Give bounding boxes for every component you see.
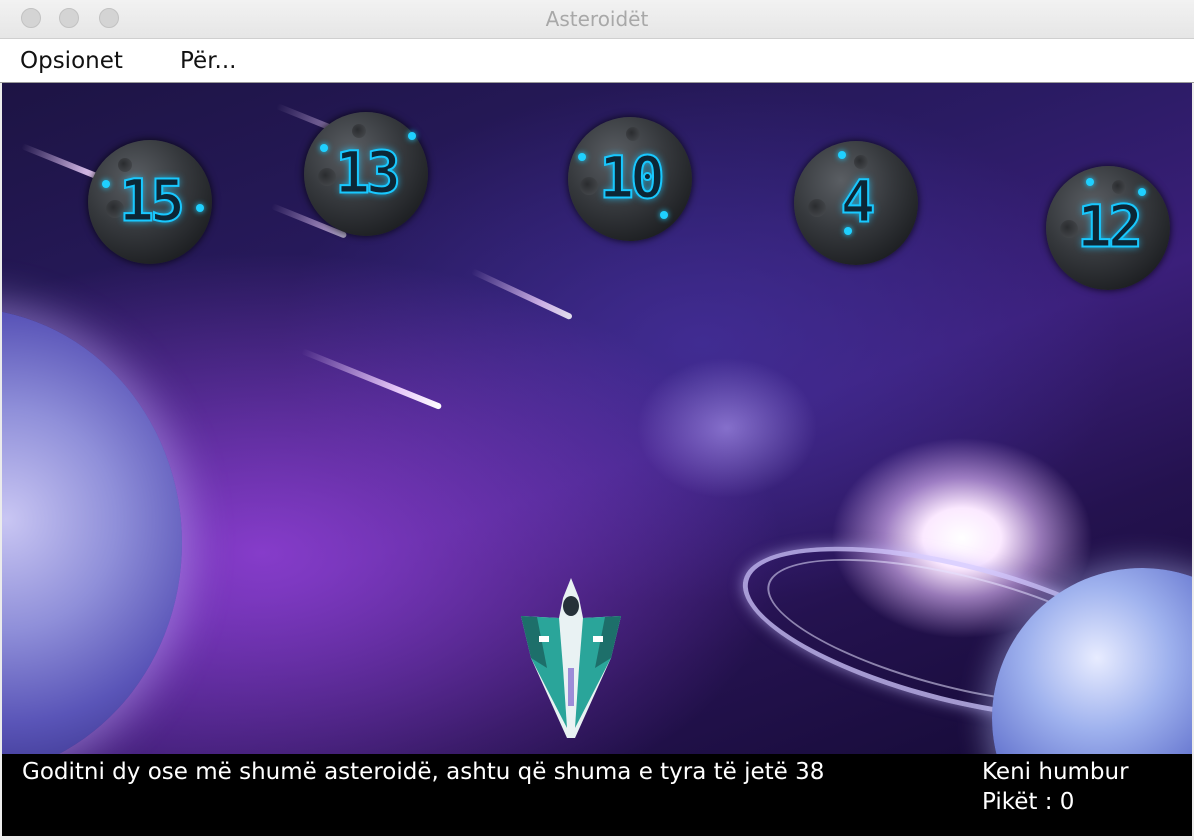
asteroid-number: 12	[1076, 192, 1144, 262]
target-sum-instruction: Goditni dy ose më shumë asteroidë, ashtu…	[22, 759, 825, 785]
window-title: Asteroidët	[545, 7, 649, 31]
asteroid[interactable]: 15	[88, 140, 212, 264]
window-titlebar: Asteroidët	[0, 0, 1194, 39]
menu-about[interactable]: Për...	[180, 48, 236, 74]
asteroid[interactable]: 4	[794, 141, 918, 265]
score-text: Pikët : 0	[982, 789, 1075, 815]
planet-left	[2, 308, 182, 754]
crater	[626, 127, 640, 141]
menu-bar: Opsionet Për...	[0, 39, 1194, 83]
game-result-text: Keni humbur	[982, 759, 1129, 785]
constellation-node	[1086, 178, 1094, 186]
constellation-node	[660, 211, 668, 219]
comet-streak	[470, 268, 573, 321]
comet-streak	[300, 348, 443, 410]
crater	[352, 124, 366, 138]
game-canvas[interactable]: 15 13 10 4 12	[2, 83, 1192, 754]
constellation-node	[838, 151, 846, 159]
asteroid-number: 4	[840, 167, 877, 237]
asteroid[interactable]: 12	[1046, 166, 1170, 290]
asteroid-number: 15	[118, 166, 186, 236]
status-panel: Goditni dy ose më shumë asteroidë, ashtu…	[2, 754, 1192, 836]
asteroid[interactable]: 13	[304, 112, 428, 236]
menu-options[interactable]: Opsionet	[20, 48, 123, 74]
asteroid-number: 13	[334, 138, 402, 208]
asteroid-number: 10	[598, 143, 666, 213]
asteroid[interactable]: 10	[568, 117, 692, 241]
spaceship-icon[interactable]	[517, 578, 625, 738]
